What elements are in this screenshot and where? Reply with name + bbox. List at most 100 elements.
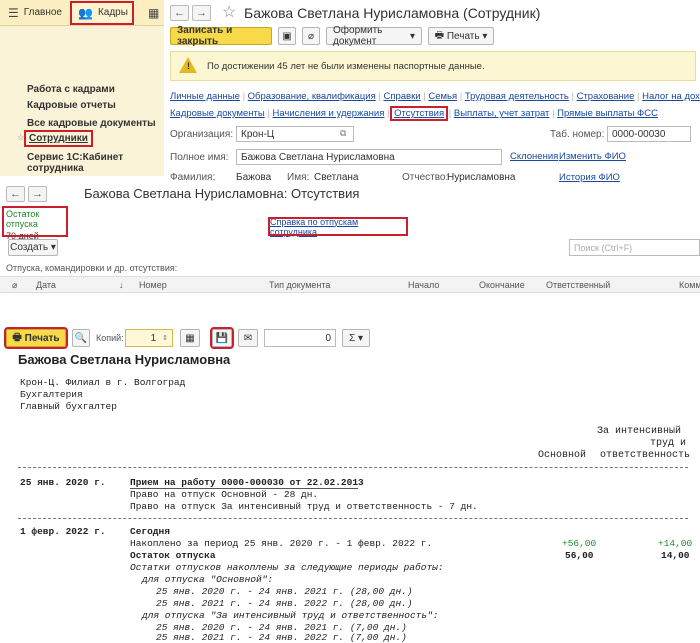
- copies-field[interactable]: 1 ⇕: [125, 329, 173, 347]
- name-history-link[interactable]: История ФИО: [559, 172, 620, 183]
- vacation-help-link[interactable]: Справка по отпускам сотрудника: [270, 217, 406, 237]
- link-accruals[interactable]: Начисления и удержания: [272, 108, 384, 119]
- col-end[interactable]: Окончание: [479, 277, 525, 293]
- nav-home[interactable]: ☰ Главное: [2, 2, 68, 24]
- spinner-icon[interactable]: ⇕: [162, 334, 168, 342]
- report-col-intense-3: ответственность: [600, 450, 691, 461]
- floppy-icon: ▣: [282, 30, 292, 42]
- menu-item-work-with-staff[interactable]: Работа с кадрами: [27, 84, 115, 95]
- search-input[interactable]: Поиск (Ctrl+F): [569, 239, 700, 256]
- link-personal[interactable]: Личные данные: [170, 91, 240, 102]
- entry2-accrued-intense: +14,00: [658, 538, 693, 549]
- save-button[interactable]: ▣: [278, 27, 296, 45]
- dropdown-icon: ▾: [482, 30, 488, 42]
- floppy-icon: 💾: [215, 332, 229, 344]
- open-icon[interactable]: ⧉: [340, 128, 346, 139]
- form-title: Бажова Светлана Нурисламовна (Сотрудник): [244, 5, 541, 21]
- sort-down-icon[interactable]: ↓: [119, 277, 124, 293]
- link-hr-docs[interactable]: Кадровые документы: [170, 108, 265, 119]
- menu-icon: ☰: [8, 5, 19, 20]
- report-col-intense-2: труд и: [650, 438, 687, 449]
- link-references[interactable]: Справки: [383, 91, 420, 102]
- print-button[interactable]: 🖶 Печать: [4, 327, 68, 349]
- col-doc-type[interactable]: Тип документа: [269, 277, 330, 293]
- report-col-intense-1: За интенсивный: [597, 426, 682, 437]
- dropdown-icon: ▾: [50, 242, 56, 253]
- save-file-button[interactable]: 💾: [210, 327, 234, 349]
- email-button[interactable]: ✉: [238, 329, 258, 347]
- fullname-field[interactable]: Бажова Светлана Нурисламовна: [236, 149, 502, 165]
- abs-forward-button[interactable]: →: [28, 186, 47, 202]
- report-col-basic: Основной: [538, 450, 587, 461]
- nav-kadry-label: Кадры: [97, 7, 128, 18]
- envelope-icon: ✉: [243, 332, 253, 344]
- abs-back-button[interactable]: ←: [6, 186, 25, 202]
- entry2-balance-basic: 56,00: [565, 550, 594, 561]
- link-education[interactable]: Образование, квалификация: [248, 91, 376, 102]
- printer-icon: 🖶: [12, 331, 22, 343]
- change-name-link[interactable]: Изменить ФИО: [559, 151, 626, 162]
- table-header: ⌀ Дата ↓ Номер Тип документа Начало Окон…: [0, 276, 700, 293]
- col-start[interactable]: Начало: [408, 277, 439, 293]
- vacation-balance-label: Остаток отпуска: [6, 209, 40, 229]
- entry2-basic-head: для отпуска "Основной":: [142, 574, 274, 585]
- dropdown-icon: ▾: [409, 30, 415, 42]
- col-responsible[interactable]: Ответственный: [546, 277, 610, 293]
- col-number[interactable]: Номер: [139, 277, 167, 293]
- link-insurance[interactable]: Страхование: [577, 91, 635, 102]
- left-menu: Работа с кадрами Кадровые отчеты Все кад…: [0, 26, 164, 176]
- org-field[interactable]: Крон-Ц: [236, 126, 354, 142]
- col-comment[interactable]: Комм: [679, 277, 700, 293]
- nav-kadry[interactable]: 👥 Кадры: [69, 0, 134, 25]
- sum-field[interactable]: 0: [264, 329, 336, 347]
- create-doc-label: Оформить документ: [333, 25, 383, 47]
- menu-item-hr-reports[interactable]: Кадровые отчеты: [27, 100, 116, 111]
- divider: [18, 518, 688, 519]
- link-fss[interactable]: Прямые выплаты ФСС: [557, 108, 658, 119]
- sum-menu-button[interactable]: Σ ▾: [342, 329, 370, 347]
- attach-button[interactable]: ⌀: [302, 27, 320, 45]
- menu-item-all-hr-docs[interactable]: Все кадровые документы: [27, 118, 156, 129]
- report-org-line-2: Бухгалтерия: [20, 389, 83, 400]
- preview-button[interactable]: 🔍: [72, 329, 90, 347]
- org-value: Крон-Ц: [241, 128, 275, 140]
- entry1-line-1: Право на отпуск Основной - 28 дн.: [130, 489, 319, 500]
- report-org-line-3: Главный бухгалтер: [20, 401, 117, 412]
- page-setup-button[interactable]: ▦: [180, 329, 200, 347]
- nav-home-label: Главное: [23, 7, 62, 18]
- tab-number-field[interactable]: 0000-00030: [607, 126, 691, 142]
- entry2-intense-period-2: 25 янв. 2021 г. - 24 янв. 2022 г. (7,00 …: [156, 632, 407, 643]
- star-icon: ☆: [17, 133, 25, 142]
- entry2-basic-period-2: 25 янв. 2021 г. - 24 янв. 2022 г. (28,00…: [156, 598, 413, 609]
- print-menu-button[interactable]: 🖶 Печать ▾: [428, 27, 494, 45]
- entry1-line-2: Право на отпуск За интенсивный труд и от…: [130, 501, 478, 512]
- surname-value: Бажова: [236, 172, 272, 183]
- entry2-accrued-basic: +56,00: [562, 538, 597, 549]
- col-date[interactable]: Дата: [36, 277, 56, 293]
- paperclip-icon: ⌀: [307, 30, 315, 42]
- save-close-button[interactable]: Записать и закрыть: [170, 25, 272, 47]
- menu-item-employees[interactable]: Сотрудники: [24, 130, 93, 147]
- favorite-star-icon[interactable]: ☆: [222, 2, 236, 22]
- printer-icon: 🖶: [434, 29, 445, 41]
- create-button[interactable]: Создать ▾: [8, 239, 58, 256]
- back-button[interactable]: ←: [170, 5, 189, 21]
- sigma-icon: Σ: [349, 332, 356, 344]
- link-payments[interactable]: Выплаты, учет затрат: [454, 108, 550, 119]
- link-family[interactable]: Семья: [428, 91, 457, 102]
- forward-button[interactable]: →: [192, 5, 211, 21]
- surname-label: Фамилия:: [170, 172, 216, 183]
- people-icon: 👥: [77, 5, 93, 20]
- print-button-label: Печать: [24, 332, 60, 344]
- name-value: Светлана: [314, 172, 359, 183]
- link-absences[interactable]: Отсутствия: [390, 106, 449, 121]
- link-income-tax[interactable]: Налог на доходы: [642, 91, 700, 102]
- link-labor[interactable]: Трудовая деятельность: [465, 91, 569, 102]
- help-link-box: Справка по отпускам сотрудника: [268, 217, 408, 237]
- sum-value: 0: [325, 332, 331, 344]
- menu-item-cabinet[interactable]: Сервис 1С:Кабинет сотрудника: [27, 152, 164, 174]
- declensions-link[interactable]: Склонения: [510, 151, 558, 162]
- copies-label: Копий:: [96, 333, 124, 343]
- patronymic-label: Отчество:: [402, 172, 449, 183]
- create-doc-button[interactable]: Оформить документ ▾: [326, 25, 422, 47]
